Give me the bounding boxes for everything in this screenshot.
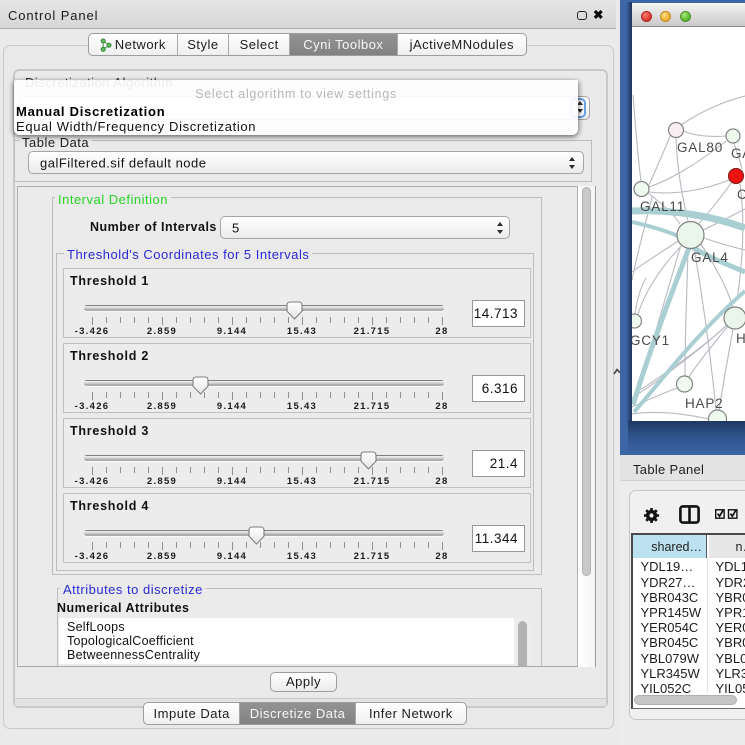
svg-text:GCY1: GCY1 xyxy=(632,333,670,348)
svg-text:GAL80: GAL80 xyxy=(677,140,723,155)
svg-text:GAL4: GAL4 xyxy=(691,250,729,265)
svg-text:GA: GA xyxy=(731,146,745,161)
svg-text:C: C xyxy=(737,187,745,202)
svg-text:HAP2: HAP2 xyxy=(685,396,723,411)
svg-text:GAL11: GAL11 xyxy=(640,199,685,214)
svg-text:H: H xyxy=(736,331,745,346)
